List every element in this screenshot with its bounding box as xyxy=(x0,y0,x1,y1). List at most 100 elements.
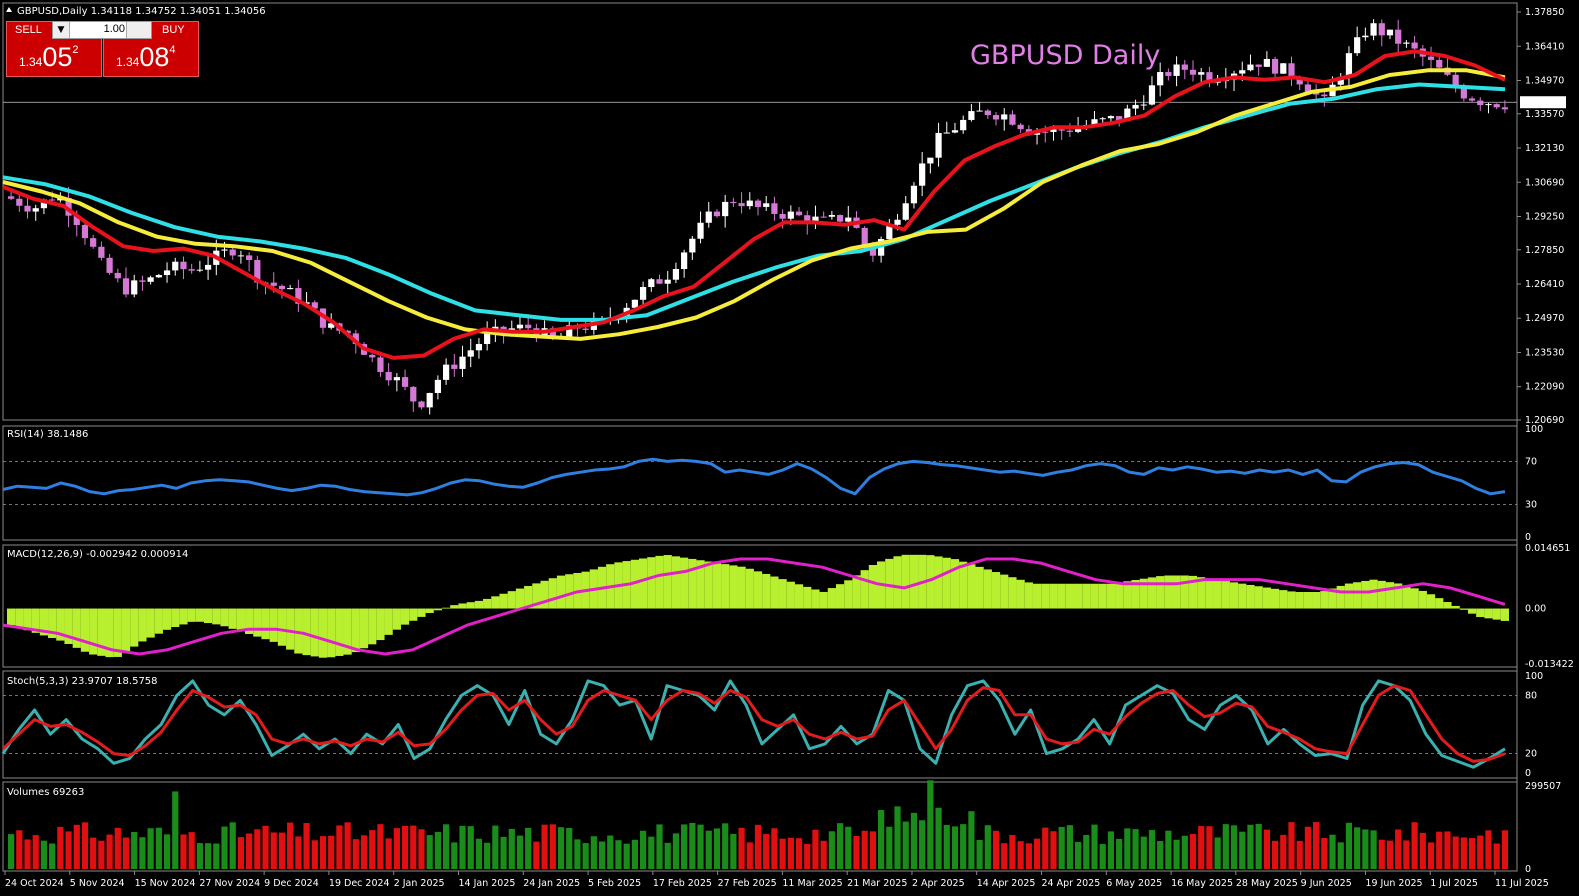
macd-histogram-bar xyxy=(450,605,459,609)
candle-body xyxy=(246,255,253,261)
volume-bar xyxy=(106,834,113,869)
sell-price: 1.34052 xyxy=(19,42,79,72)
candle-body xyxy=(1173,64,1180,76)
volume-bar xyxy=(648,836,655,869)
volume-bar xyxy=(180,834,187,869)
buy-price: 1.34084 xyxy=(116,42,176,72)
volume-bar xyxy=(681,824,688,869)
x-date-label: 27 Nov 2024 xyxy=(199,878,260,889)
macd-histogram-bar xyxy=(327,608,336,658)
macd-histogram-bar xyxy=(655,555,664,609)
x-date-label: 11 Mar 2025 xyxy=(782,878,842,889)
rsi-y-tick-label: 0 xyxy=(1525,532,1531,543)
volume-bar xyxy=(1058,826,1065,869)
candle-body xyxy=(951,130,959,133)
volume-bar xyxy=(1066,825,1073,869)
volume-bar xyxy=(1329,834,1336,869)
candle-body xyxy=(147,277,154,282)
volume-bar xyxy=(1042,827,1049,869)
main-y-tick-label: 1.37850 xyxy=(1525,7,1564,18)
macd-histogram-bar xyxy=(1032,583,1042,609)
volume-bar xyxy=(385,838,392,869)
volume-bar xyxy=(754,824,762,869)
macd-histogram-bar xyxy=(959,561,968,609)
candle-body xyxy=(1247,64,1254,71)
volume-bar xyxy=(631,839,638,869)
candle-body xyxy=(221,249,228,251)
volume-bar xyxy=(508,828,515,869)
macd-histogram-bar xyxy=(737,566,746,609)
candle-body xyxy=(582,328,589,330)
volume-bar xyxy=(763,833,770,869)
macd-histogram-bar xyxy=(1492,608,1501,620)
volume-bar xyxy=(1050,831,1057,869)
candle-body xyxy=(1493,104,1500,108)
candle-body xyxy=(927,157,934,164)
macd-y-tick-label: 0.00 xyxy=(1525,604,1546,615)
x-date-label: 17 Feb 2025 xyxy=(653,878,712,889)
macd-histogram-bar xyxy=(220,608,229,627)
candle-body xyxy=(237,255,245,257)
macd-histogram-bar xyxy=(80,608,90,652)
volume-bar xyxy=(1099,844,1106,869)
volume-bar xyxy=(229,822,236,869)
volume-bar xyxy=(1074,841,1082,869)
volume-bar xyxy=(533,841,540,869)
candle-body xyxy=(49,199,56,201)
volume-bar xyxy=(697,824,704,869)
stoch-main-line xyxy=(1,679,1506,769)
stoch-y-tick-label: 100 xyxy=(1525,671,1543,682)
volume-bar xyxy=(1304,826,1312,869)
macd-histogram-bar xyxy=(89,608,98,655)
volume-bar xyxy=(1140,836,1147,869)
volume-bar xyxy=(960,824,967,869)
macd-histogram-bar xyxy=(7,608,16,626)
macd-histogram-bar xyxy=(253,608,262,637)
rsi-y-tick-label: 70 xyxy=(1525,456,1537,467)
candle-body xyxy=(1140,104,1147,106)
macd-histogram-bar xyxy=(1262,587,1271,609)
macd-histogram-bar xyxy=(835,584,845,609)
volume-bar xyxy=(1436,831,1443,869)
volume-bar xyxy=(426,835,433,869)
volume-bar xyxy=(81,822,89,869)
macd-histogram-bar xyxy=(146,608,155,638)
candle-body xyxy=(639,287,647,300)
volume-bar xyxy=(155,827,162,869)
rsi-y-tick-label: 30 xyxy=(1525,500,1537,511)
candle-body xyxy=(287,288,294,290)
lot-size-input[interactable]: ▼ 1.00 xyxy=(52,21,152,39)
macd-histogram-bar xyxy=(195,608,204,622)
macd-histogram-bar xyxy=(368,608,377,645)
volume-bar xyxy=(278,832,286,869)
volume-bar xyxy=(746,842,753,869)
macd-histogram-bar xyxy=(1476,608,1485,618)
volume-bar xyxy=(541,824,548,869)
macd-histogram-bar xyxy=(1156,576,1165,609)
macd-histogram-bar xyxy=(458,603,467,609)
macd-histogram-bar xyxy=(1205,578,1214,609)
lot-spinner[interactable] xyxy=(126,22,151,38)
candle-body xyxy=(648,279,655,288)
volume-bar xyxy=(1247,824,1254,869)
x-date-label: 27 Feb 2025 xyxy=(718,878,777,889)
volume-bar xyxy=(147,828,154,869)
macd-header: MACD(12,26,9) -0.002942 0.000914 xyxy=(7,549,188,560)
candle-body xyxy=(163,270,171,276)
volume-bar xyxy=(57,826,64,869)
volume-bar xyxy=(459,825,466,869)
macd-histogram-bar xyxy=(491,596,500,609)
candle-body xyxy=(1395,29,1402,44)
candle-body xyxy=(516,324,524,329)
volume-bar xyxy=(1296,840,1303,869)
stoch-header: Stoch(5,3,3) 23.9707 18.5758 xyxy=(7,676,158,687)
collapse-arrow-icon[interactable] xyxy=(6,7,12,12)
candle-body xyxy=(968,111,975,120)
volume-bar xyxy=(968,811,975,869)
macd-histogram-bar xyxy=(1303,592,1313,609)
macd-histogram-bar xyxy=(1287,591,1296,609)
macd-histogram-bar xyxy=(1238,583,1247,609)
macd-histogram-bar xyxy=(753,571,763,609)
lot-dropdown-icon[interactable]: ▼ xyxy=(53,22,70,38)
macd-histogram-bar xyxy=(335,608,344,656)
